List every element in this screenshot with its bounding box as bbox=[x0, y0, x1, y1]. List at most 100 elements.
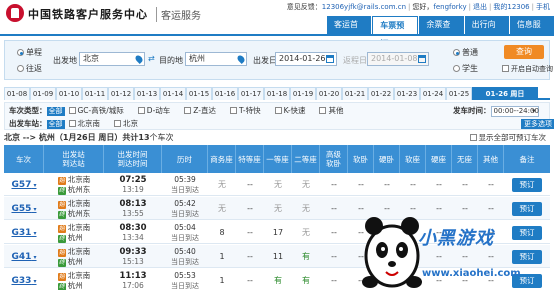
column-header: 出发时间 到达时间 bbox=[104, 145, 162, 173]
seat-availability: -- bbox=[358, 228, 364, 237]
date-tab[interactable]: 01-25 bbox=[446, 87, 472, 100]
train-type-option[interactable]: T-特快 bbox=[230, 105, 261, 116]
train-number-link[interactable]: G55 bbox=[11, 204, 36, 214]
date-tab[interactable]: 01-17 bbox=[238, 87, 264, 100]
book-button[interactable]: 预订 bbox=[512, 249, 542, 264]
column-header: 软卧 bbox=[348, 145, 374, 173]
date-tab[interactable]: 01-24 bbox=[420, 87, 446, 100]
seat-availability: 1 bbox=[219, 252, 225, 261]
date-tab[interactable]: 01-08 bbox=[4, 87, 30, 100]
seat-availability: 有 bbox=[274, 276, 282, 285]
train-number-link[interactable]: G33 bbox=[11, 276, 36, 286]
date-tab-selected[interactable]: 01-26 周日 bbox=[472, 87, 538, 100]
book-button[interactable]: 预订 bbox=[512, 201, 542, 216]
round-trip-radio[interactable]: 往返 bbox=[17, 63, 42, 74]
return-date-label: 返程日 bbox=[343, 56, 367, 65]
book-button[interactable]: 预订 bbox=[512, 177, 542, 192]
column-header: 商务座 bbox=[208, 145, 236, 173]
seat-availability: 有 bbox=[302, 276, 310, 285]
time-cell: 09:33 15:13 bbox=[104, 245, 162, 268]
nav-ticket-booking[interactable]: 车票预订 bbox=[372, 16, 419, 48]
train-type-option[interactable]: Z-直达 bbox=[184, 105, 216, 116]
brand-title: 中国铁路客户服务中心 bbox=[28, 8, 148, 21]
feedback-email-link[interactable]: 12306yjfk@rails.com.cn bbox=[322, 3, 406, 11]
train-number-link[interactable]: G41 bbox=[11, 252, 36, 262]
book-button[interactable]: 预订 bbox=[512, 273, 542, 288]
seat-availability: 无 bbox=[302, 204, 310, 213]
from-station-input[interactable]: 北京 bbox=[79, 52, 145, 66]
train-type-option[interactable]: K-快速 bbox=[274, 105, 305, 116]
auto-query-checkbox[interactable]: 开启自动查询 bbox=[502, 64, 553, 74]
station-all-button[interactable]: 全部 bbox=[46, 120, 65, 129]
normal-ticket-radio[interactable]: 普通 bbox=[453, 47, 478, 58]
one-way-radio[interactable]: 单程 bbox=[17, 47, 42, 58]
seat-availability: -- bbox=[331, 180, 337, 189]
station-option[interactable]: 北京南 bbox=[68, 118, 100, 129]
date-tab[interactable]: 01-09 bbox=[30, 87, 56, 100]
date-tab[interactable]: 01-23 bbox=[394, 87, 420, 100]
date-tab[interactable]: 01-11 bbox=[82, 87, 108, 100]
date-tab[interactable]: 01-21 bbox=[342, 87, 368, 100]
train-type-option[interactable]: 其他 bbox=[319, 105, 343, 116]
seat-availability: 11 bbox=[272, 252, 284, 261]
seat-availability: 无 bbox=[302, 180, 310, 189]
date-tab[interactable]: 01-12 bbox=[108, 87, 134, 100]
nav-remaining-tickets[interactable]: 余票查询 bbox=[419, 16, 464, 47]
username-link[interactable]: fengforky bbox=[433, 3, 466, 11]
station-cell: 始北京南终杭州东 bbox=[44, 197, 104, 220]
station-filter-label: 出发车站： bbox=[9, 119, 47, 128]
filter-panel: 车次类型： 全部 GC-高铁/城际 D-动车 Z-直达 T-特快 K-快速 其他 发车时间： 0… bbox=[4, 102, 554, 130]
station-option-label: 北京 bbox=[123, 119, 138, 128]
duration-cell: 05:42 当日到达 bbox=[162, 197, 208, 220]
seat-availability: -- bbox=[384, 228, 390, 237]
date-tab[interactable]: 01-14 bbox=[160, 87, 186, 100]
train-number-link[interactable]: G31 bbox=[11, 228, 36, 238]
student-ticket-radio[interactable]: 学生 bbox=[453, 63, 478, 74]
depart-time-select[interactable]: 00:00--24:00 bbox=[490, 105, 539, 117]
depart-date-input[interactable]: 2014-01-26 bbox=[275, 52, 337, 66]
seat-availability: -- bbox=[436, 252, 442, 261]
nav-info-service[interactable]: 信息服务 bbox=[509, 16, 554, 47]
seat-availability: -- bbox=[358, 204, 364, 213]
from-station: 北京南 bbox=[67, 270, 91, 280]
train-number-link[interactable]: G57 bbox=[11, 180, 36, 190]
arrive-time: 15:13 bbox=[122, 256, 144, 266]
mobile-link[interactable]: 手机 bbox=[536, 3, 550, 11]
feedback-label: 意见反馈： bbox=[286, 3, 322, 11]
seat-availability: -- bbox=[488, 276, 494, 285]
arrive-time: 17:06 bbox=[122, 280, 144, 290]
station-cell: 始北京南终杭州 bbox=[44, 269, 104, 290]
date-tab[interactable]: 01-15 bbox=[186, 87, 212, 100]
seat-availability: -- bbox=[384, 180, 390, 189]
to-station-value: 杭州 bbox=[189, 54, 205, 63]
nav-travel-guide[interactable]: 出行向导 bbox=[464, 16, 509, 47]
book-button[interactable]: 预订 bbox=[512, 225, 542, 240]
table-row: G57始北京南终杭州东07:2513:1905:39当日到达无--无无-----… bbox=[4, 173, 550, 196]
date-tab[interactable]: 01-20 bbox=[316, 87, 342, 100]
train-type-option-label: Z-直达 bbox=[193, 106, 216, 115]
nav-home[interactable]: 客运首页 bbox=[327, 16, 372, 47]
date-tab[interactable]: 01-22 bbox=[368, 87, 394, 100]
date-tab[interactable]: 01-13 bbox=[134, 87, 160, 100]
date-tab[interactable]: 01-18 bbox=[264, 87, 290, 100]
location-pin-icon bbox=[236, 54, 246, 64]
swap-stations-icon[interactable]: ⇄ bbox=[148, 55, 156, 63]
date-tab[interactable]: 01-16 bbox=[212, 87, 238, 100]
time-cell: 07:25 13:19 bbox=[104, 173, 162, 196]
date-tab[interactable]: 01-10 bbox=[56, 87, 82, 100]
seat-availability: -- bbox=[462, 180, 468, 189]
to-station-input[interactable]: 杭州 bbox=[185, 52, 247, 66]
table-header: 车次 出发站 到达站 出发时间 到达时间 历时 商务座 特等座 一等座 二等座 … bbox=[4, 145, 550, 173]
logout-link[interactable]: 退出 bbox=[473, 3, 487, 11]
train-type-option[interactable]: D-动车 bbox=[137, 105, 170, 116]
query-button[interactable]: 查询 bbox=[504, 45, 544, 59]
my-account-link[interactable]: 我的12306 bbox=[493, 3, 529, 11]
train-type-option[interactable]: GC-高铁/城际 bbox=[68, 105, 124, 116]
more-options-button[interactable]: 更多选项 bbox=[521, 119, 554, 129]
date-tab[interactable]: 01-19 bbox=[290, 87, 316, 100]
show-all-bookable-checkbox[interactable]: 显示全部可预订车次 bbox=[469, 132, 546, 143]
station-option[interactable]: 北京 bbox=[114, 118, 138, 129]
train-type-all-button[interactable]: 全部 bbox=[46, 107, 65, 116]
duration-cell: 05:40 当日到达 bbox=[162, 245, 208, 268]
return-date-input[interactable]: 2014-01-08 bbox=[367, 52, 429, 66]
